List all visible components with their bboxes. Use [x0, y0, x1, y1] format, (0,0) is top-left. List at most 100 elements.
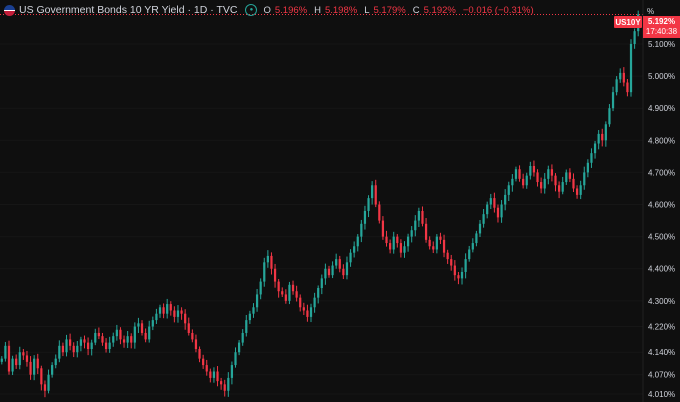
candle-body: [385, 236, 388, 244]
candle-body: [51, 365, 54, 375]
candle-body: [302, 307, 305, 311]
candle: [205, 359, 208, 376]
candle: [583, 166, 586, 190]
candle-body: [281, 291, 284, 295]
candle-body: [140, 323, 144, 333]
candle: [18, 346, 21, 370]
candle: [403, 241, 406, 258]
last-price-value: 5.192%: [647, 17, 676, 26]
candle-body: [11, 358, 14, 372]
candle: [335, 253, 338, 269]
candle-body: [230, 365, 234, 378]
market-open-icon: ●: [245, 4, 258, 16]
candle: [295, 285, 298, 302]
candle-body: [162, 307, 165, 314]
y-tick-label: 4.600%: [648, 201, 675, 210]
candle: [597, 130, 600, 150]
candle: [615, 76, 618, 96]
candle-body: [137, 323, 140, 327]
candle: [108, 336, 111, 353]
candle-body: [550, 169, 554, 176]
candle: [72, 342, 75, 358]
candle-body: [450, 259, 453, 266]
candle-body: [277, 281, 280, 292]
candle-body: [496, 207, 500, 218]
candle-body: [22, 352, 25, 356]
candle: [202, 354, 205, 369]
candle-body: [169, 304, 172, 311]
candle: [371, 181, 374, 205]
candle: [468, 245, 471, 262]
candle: [633, 28, 636, 49]
candle: [543, 173, 546, 194]
candle: [493, 192, 496, 213]
candle-body: [65, 339, 68, 353]
candle-body: [468, 249, 471, 260]
candle: [489, 193, 492, 210]
candle-body: [198, 349, 201, 359]
candle: [234, 347, 237, 368]
price-scale[interactable]: 5.100% 5.000% 4.900% 4.800% 4.700% 4.600% 4.50…: [648, 40, 675, 399]
candle-body: [633, 31, 636, 44]
candle: [399, 239, 403, 258]
candle: [349, 249, 352, 267]
candle-body: [371, 185, 374, 199]
candle-body: [511, 178, 514, 186]
candle-body: [403, 246, 406, 253]
candle: [97, 327, 100, 340]
symbol-price-tag: US10Y: [614, 16, 642, 28]
candle-body: [406, 236, 410, 247]
candle: [504, 189, 507, 211]
candle-body: [241, 332, 244, 343]
candle: [36, 353, 39, 375]
y-tick-label: 4.400%: [648, 265, 675, 274]
candle: [629, 39, 633, 97]
candle: [342, 264, 345, 280]
candle-body: [486, 204, 489, 215]
candle: [536, 169, 539, 187]
candle-body: [453, 265, 456, 276]
candle-body: [237, 342, 241, 353]
candle-body: [245, 320, 248, 333]
candle: [410, 226, 413, 243]
candle-body: [320, 278, 323, 289]
candle: [302, 302, 305, 315]
candle-body: [209, 371, 212, 378]
candle-body: [288, 284, 291, 301]
candle: [166, 298, 169, 319]
candle: [327, 265, 331, 278]
candle-body: [324, 268, 327, 279]
candle-body: [629, 43, 633, 93]
candle-body: [0, 358, 3, 362]
candle: [40, 365, 43, 391]
candle-body: [572, 178, 575, 189]
candlestick-chart[interactable]: 5.100% 5.000% 4.900% 4.800% 4.700% 4.600% 4.50…: [0, 0, 680, 402]
scale-unit-button[interactable]: %: [647, 7, 654, 16]
candle: [140, 320, 144, 336]
candle: [11, 355, 14, 376]
candle-body: [561, 182, 564, 192]
candle-body: [575, 188, 579, 195]
y-tick-label: 4.220%: [648, 323, 675, 332]
symbol-title[interactable]: US Government Bonds 10 YR Yield · 1D · T…: [19, 4, 237, 16]
candle-body: [295, 291, 298, 298]
candle: [446, 249, 449, 264]
candle: [568, 168, 572, 183]
candle-body: [446, 252, 449, 260]
candle: [392, 231, 395, 254]
candle-body: [97, 332, 100, 337]
candle: [68, 333, 72, 351]
candle-body: [414, 220, 417, 231]
candle-body: [392, 236, 395, 250]
candle: [309, 303, 313, 323]
candle-body: [547, 169, 550, 179]
candle-body: [608, 108, 611, 125]
candle: [76, 340, 79, 358]
candle: [471, 238, 474, 253]
candle-body: [345, 262, 349, 276]
candle: [414, 215, 417, 237]
candle-body: [536, 172, 539, 183]
candle: [396, 234, 399, 248]
candle: [194, 334, 198, 353]
candle: [381, 216, 385, 240]
